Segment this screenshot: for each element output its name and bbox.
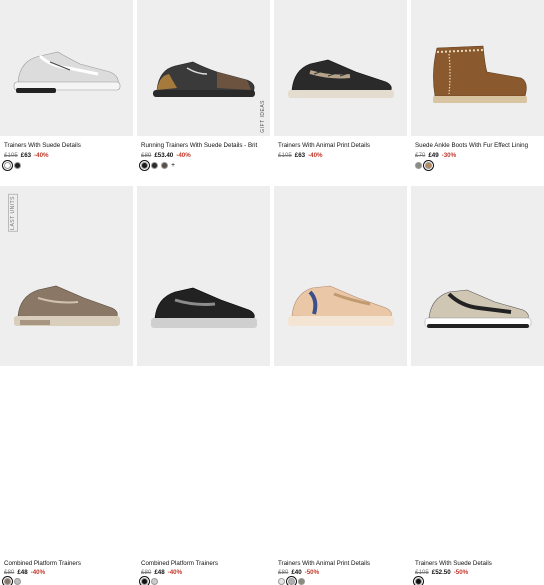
sneaker-image: [424, 289, 532, 328]
color-swatches: [139, 576, 158, 585]
color-swatch[interactable]: [139, 160, 150, 171]
color-swatch[interactable]: [2, 160, 13, 171]
color-swatch[interactable]: [286, 576, 297, 585]
color-swatch[interactable]: [151, 578, 158, 585]
product-image[interactable]: [411, 0, 544, 136]
product-grid: Trainers With Suede Details £105 £63 -40% …: [0, 0, 544, 585]
product-title[interactable]: Running Trainers With Suede Details - Br…: [141, 142, 257, 149]
more-colors-button[interactable]: +: [171, 162, 175, 169]
original-price: £89: [141, 152, 152, 159]
color-swatch[interactable]: [278, 578, 285, 585]
product-prices: £80 £48 -40%: [4, 569, 45, 576]
original-price: £70: [415, 152, 426, 159]
product-image[interactable]: [274, 0, 407, 136]
product-title[interactable]: Combined Platform Trainers: [4, 560, 81, 567]
discount-badge: -50%: [453, 569, 469, 576]
color-swatch[interactable]: [14, 162, 21, 169]
sneaker-image: [151, 287, 257, 328]
sale-price: £63: [20, 152, 32, 159]
sale-price: £48: [17, 569, 28, 576]
original-price: £105: [278, 152, 292, 159]
discount-badge: -50%: [304, 569, 320, 576]
sale-price: £40: [291, 569, 302, 576]
product-prices: £80 £40 -50%: [278, 569, 319, 576]
discount-badge: -30%: [441, 152, 457, 159]
product-prices: £70 £49 -30%: [415, 152, 456, 159]
product-title[interactable]: Trainers With Suede Details: [4, 142, 81, 149]
product-image[interactable]: [0, 0, 133, 136]
original-price: £105: [415, 569, 429, 576]
color-swatches: [2, 160, 21, 171]
color-swatches: +: [139, 160, 175, 171]
gift-ideas-badge: GIFT IDEAS: [260, 100, 266, 133]
color-swatch[interactable]: [139, 576, 150, 585]
color-swatches: [415, 160, 434, 171]
sale-price: £63: [294, 152, 306, 159]
color-swatch[interactable]: [423, 160, 434, 171]
product-image[interactable]: LAST UNITS: [0, 186, 133, 366]
sneaker-image: [14, 285, 120, 326]
product-title[interactable]: Trainers With Animal Print Details: [278, 560, 370, 567]
product-prices: £105 £52.50 -50%: [415, 569, 468, 576]
discount-badge: -40%: [167, 569, 183, 576]
product-title[interactable]: Trainers With Animal Print Details: [278, 142, 370, 149]
sneaker-image: [288, 285, 394, 326]
sale-price: £53.40: [154, 152, 174, 159]
color-swatches: [413, 576, 424, 585]
boot-image: [433, 45, 527, 103]
product-prices: £105 £63 -40%: [278, 152, 323, 159]
color-swatch[interactable]: [14, 578, 21, 585]
sale-price: £48: [154, 569, 165, 576]
product-image[interactable]: [137, 186, 270, 366]
original-price: £105: [4, 152, 18, 159]
product-prices: £105 £63 -40%: [4, 152, 49, 159]
color-swatch[interactable]: [161, 162, 168, 169]
sale-price: £52.50: [431, 569, 451, 576]
sale-price: £49: [428, 152, 439, 159]
discount-badge: -40%: [30, 569, 46, 576]
color-swatch[interactable]: [2, 576, 13, 585]
color-swatch[interactable]: [415, 162, 422, 169]
color-swatch[interactable]: [298, 578, 305, 585]
last-units-badge: LAST UNITS: [8, 194, 18, 232]
sneaker-image: [153, 61, 255, 97]
sneaker-image: [13, 51, 121, 93]
product-prices: £80 £48 -40%: [141, 569, 182, 576]
sneaker-image: [288, 59, 394, 98]
original-price: £80: [141, 569, 152, 576]
product-image[interactable]: [274, 186, 407, 366]
discount-badge: -40%: [34, 152, 49, 159]
color-swatches: [2, 576, 21, 585]
color-swatch[interactable]: [151, 162, 158, 169]
color-swatches: [278, 576, 305, 585]
product-image[interactable]: [411, 186, 544, 366]
original-price: £80: [278, 569, 289, 576]
product-prices: £89 £53.40 -40%: [141, 152, 191, 159]
product-image[interactable]: GIFT IDEAS: [137, 0, 270, 136]
product-title[interactable]: Trainers With Suede Details: [415, 560, 492, 567]
discount-badge: -40%: [308, 152, 323, 159]
discount-badge: -40%: [176, 152, 191, 159]
product-title[interactable]: Combined Platform Trainers: [141, 560, 218, 567]
original-price: £80: [4, 569, 15, 576]
product-title[interactable]: Suede Ankle Boots With Fur Effect Lining: [415, 142, 528, 149]
color-swatch[interactable]: [413, 576, 424, 585]
